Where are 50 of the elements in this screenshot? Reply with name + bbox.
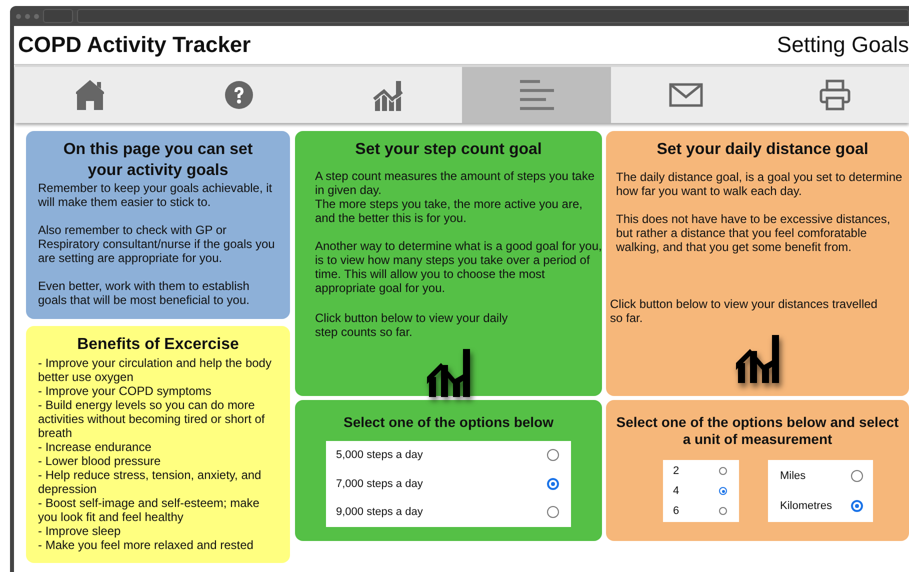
radio-button[interactable] [719,487,727,495]
card-title: Set your daily distance goal [656,140,870,160]
card-title: Select one of the options below [342,414,554,431]
paragraph: Also remember to check with GP or Respiratory consultant/nurse if the goals you are setting are appropriate for you. [38,223,276,265]
help-icon [224,81,252,109]
app-title: COPD Activity Tracker [18,32,251,58]
list-item: - Improve your COPD symptoms [38,384,212,398]
list-item: - Boost self-image and self-esteem; make you look fit and feel healthy [38,496,260,524]
option-label: 4 [673,485,680,497]
list-item: - Make you feel more relaxed and rested [38,538,254,552]
radio-button[interactable] [851,470,863,482]
card-title: Benefits of Excercise [76,335,240,355]
radio-button[interactable] [851,500,863,512]
option-label: 6 [673,505,680,517]
option-label: 5,000 steps a day [336,449,423,462]
list-item: - Lower blood pressure [38,454,162,468]
paragraph: Even better, work with them to establish goals that will be most beneficial to you. [38,279,250,307]
list-item: - Increase endurance [38,440,152,454]
option-label: 2 [673,465,680,477]
card-title: Select one of the options below and select a unit of measurement [616,414,899,448]
card-title: Set your step count goal [354,140,543,160]
radio-button[interactable] [719,467,727,475]
paragraph: This does not have have to be excessive distances, but rather a distance that you feel comforatable walking, and that you get some benefit from. [616,212,892,254]
printer-icon [818,79,850,111]
paragraph: The more steps you take, the more active you are, and the better this is for you. [315,197,584,225]
paragraph: Click button below to view your daily step counts so far. [315,311,509,339]
list-item: - Help reduce stress, tension, anxiety, and depression [38,468,262,496]
option-label: Miles [780,470,806,482]
list-item: - Build energy levels so you can do more activities without becoming tired or short of breath [38,398,266,440]
paragraph: Another way to determine what is a good goal for you, is to view how many steps you take over a period of time. This will allow you to choose the most appropriate goal for you. [315,239,602,295]
list-item: - Improve your circulation and help the body better use oxygen [38,356,272,384]
radio-button[interactable] [547,506,559,518]
chart-icon [372,79,402,111]
radio-button[interactable] [719,507,727,515]
mail-icon [668,83,702,107]
home-icon [74,79,104,111]
card-title: On this page you can set your activity goals [62,140,254,181]
option-label: Kilometres [780,500,832,512]
paragraph: Click button below to view your distances travelled so far. [610,297,878,325]
paragraph: Remember to keep your goals achievable, it will make them easier to stick to. [38,181,274,209]
option-label: 7,000 steps a day [336,478,423,490]
paragraph: A step count measures the amount of steps you take in given day. [315,169,596,197]
radio-button[interactable] [547,449,559,462]
option-label: 9,000 steps a day [336,506,423,518]
list-item: - Improve sleep [38,524,122,538]
nav-tab[interactable] [462,67,611,123]
align-left-icon [520,79,554,111]
paragraph: The daily distance goal, is a goal you set to determine how far you want to walk each day. [616,170,904,198]
page-title: Setting Goals [776,32,909,58]
radio-button[interactable] [547,478,559,490]
